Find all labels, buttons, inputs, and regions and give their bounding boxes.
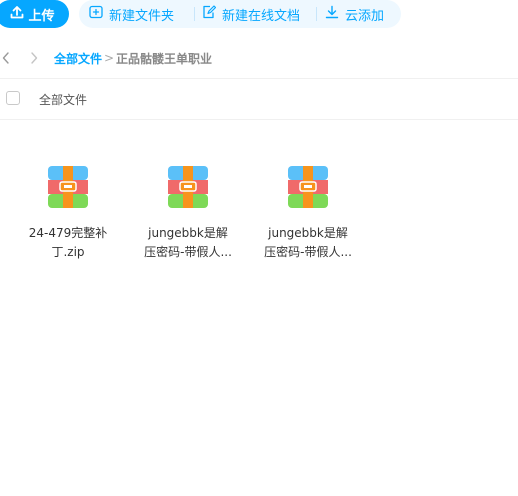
- file-tile[interactable]: jungebbk是解 压密码-带假人...: [140, 165, 236, 261]
- upload-icon: [10, 5, 24, 23]
- file-name-line: jungebbk是解: [148, 226, 228, 240]
- toolbar: 上传 新建文件夹 新建在线文档 云添加: [0, 0, 518, 28]
- new-folder-icon: [89, 5, 103, 23]
- breadcrumb-current: 正品骷髅王单职业: [116, 51, 213, 66]
- zip-archive-icon: [287, 165, 329, 209]
- file-name-line: jungebbk是解: [268, 226, 348, 240]
- breadcrumb: 全部文件 > 正品骷髅王单职业: [0, 46, 518, 70]
- back-arrow-icon[interactable]: [0, 48, 14, 68]
- new-folder-button[interactable]: 新建文件夹: [89, 5, 174, 24]
- list-header-label: 全部文件: [39, 93, 88, 107]
- new-folder-label: 新建文件夹: [109, 8, 175, 24]
- divider: [194, 7, 195, 21]
- breadcrumb-separator: >: [104, 51, 115, 65]
- edit-document-icon: [202, 5, 217, 23]
- select-all-checkbox[interactable]: [6, 91, 20, 105]
- cloud-add-button[interactable]: 云添加: [325, 5, 384, 24]
- file-tile[interactable]: 24-479完整补 丁.zip: [20, 165, 116, 261]
- file-name: jungebbk是解 压密码-带假人...: [140, 224, 236, 262]
- action-group: 新建文件夹 新建在线文档 云添加: [79, 0, 401, 28]
- file-name-line: 压密码-带假人...: [264, 245, 352, 259]
- file-name: 24-479完整补 丁.zip: [20, 224, 116, 262]
- file-name: jungebbk是解 压密码-带假人...: [260, 224, 356, 262]
- cloud-add-label: 云添加: [345, 8, 385, 24]
- upload-button[interactable]: 上传: [0, 0, 69, 28]
- zip-archive-icon: [167, 165, 209, 209]
- breadcrumb-root[interactable]: 全部文件: [54, 50, 102, 67]
- forward-arrow-icon[interactable]: [26, 48, 42, 68]
- file-name-line: 24-479完整补: [28, 226, 108, 240]
- file-name-line: 压密码-带假人...: [144, 245, 232, 259]
- upload-label: 上传: [28, 8, 55, 24]
- new-online-doc-button[interactable]: 新建在线文档: [202, 5, 300, 24]
- list-header: 全部文件: [0, 88, 518, 110]
- file-name-line: 丁.zip: [51, 245, 85, 259]
- divider: [0, 78, 518, 79]
- file-tile[interactable]: jungebbk是解 压密码-带假人...: [260, 165, 356, 261]
- download-icon: [325, 5, 339, 23]
- divider: [316, 7, 317, 21]
- divider: [0, 119, 518, 120]
- zip-archive-icon: [47, 165, 89, 209]
- new-online-doc-label: 新建在线文档: [222, 8, 301, 24]
